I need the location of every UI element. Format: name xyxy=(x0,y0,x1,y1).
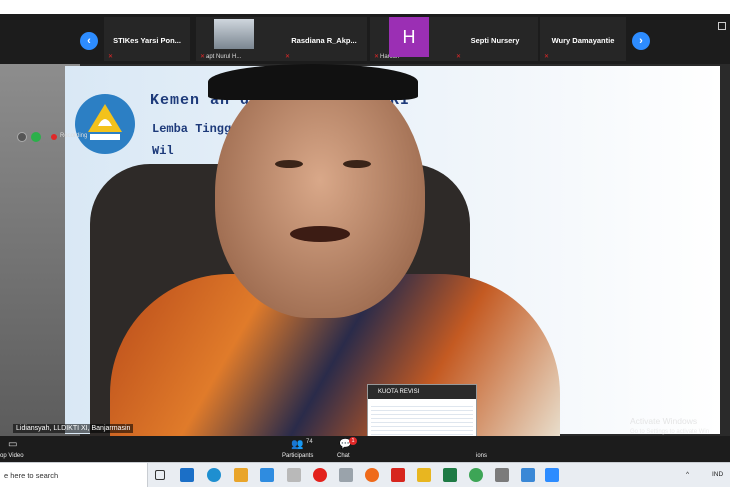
firefox-icon[interactable] xyxy=(365,468,379,482)
chat-badge: 1 xyxy=(349,437,357,445)
info-icon[interactable] xyxy=(17,132,27,142)
speaker-name-label: Lidiansyah, LLDIKTI XI, Banjarmasin xyxy=(13,424,134,433)
chevron-right-icon: › xyxy=(639,35,643,47)
meeting-toolbar: ▭ op Video 👥 74 Participants 💬 1 Chat io… xyxy=(0,436,730,462)
gallery-next-button[interactable]: › xyxy=(632,32,650,50)
screen: ‹ STIKes Yarsi Pon... ✕ ✕ apt Nurul H...… xyxy=(0,0,730,487)
participant-name: apt Nurul H... xyxy=(206,54,242,60)
ministry-logo xyxy=(75,94,135,154)
app-icon[interactable] xyxy=(180,468,194,482)
slide-line: Wil xyxy=(152,144,174,158)
participant-tile[interactable]: ✕ apt Nurul H... xyxy=(196,17,282,61)
participant-name: Rasdiana R_Akp... xyxy=(291,36,357,45)
speaker-video: Kemen an dan Kebudayaan RI Lemba Tinggi … xyxy=(0,64,730,436)
shared-document-preview xyxy=(371,403,473,436)
recording-icon xyxy=(51,134,57,140)
chevron-left-icon: ‹ xyxy=(87,35,91,47)
app-icon[interactable] xyxy=(495,468,509,482)
search-placeholder: e here to search xyxy=(4,471,59,480)
shared-window-title: KUOTA REVISI xyxy=(368,385,476,399)
mic-muted-icon: ✕ xyxy=(544,54,550,60)
language-indicator[interactable]: IND xyxy=(712,471,723,478)
task-view-icon[interactable] xyxy=(155,470,165,480)
file-explorer-icon[interactable] xyxy=(234,468,248,482)
speaker-cap xyxy=(208,64,418,100)
opera-browser-icon[interactable] xyxy=(313,468,327,482)
chat-button[interactable]: Chat xyxy=(337,453,350,459)
participant-strip: ‹ STIKes Yarsi Pon... ✕ ✕ apt Nurul H...… xyxy=(0,14,730,64)
shield-icon[interactable] xyxy=(31,132,41,142)
participants-icon[interactable]: 👥 xyxy=(291,439,303,450)
participant-name: Wury Damayantie xyxy=(551,36,615,45)
app-icon[interactable] xyxy=(339,468,353,482)
participant-video-thumb xyxy=(214,19,254,49)
participant-name: Septi Nursery xyxy=(470,36,520,45)
folder-icon[interactable] xyxy=(417,468,431,482)
system-tray-chevron-icon[interactable]: ^ xyxy=(686,471,689,478)
eye xyxy=(343,160,371,168)
speaker-face xyxy=(215,68,425,318)
mic-muted-icon: ✕ xyxy=(108,54,114,60)
recording-label: Recording xyxy=(60,133,88,139)
zoom-icon[interactable] xyxy=(545,468,559,482)
participants-count: 74 xyxy=(306,439,313,445)
chrome-icon[interactable] xyxy=(469,468,483,482)
windows-taskbar: e here to search ^ IND xyxy=(0,462,730,487)
activate-windows-title: Activate Windows xyxy=(630,416,698,426)
mic-muted-icon: ✕ xyxy=(200,54,206,60)
acrobat-icon[interactable] xyxy=(391,468,405,482)
stop-video-button[interactable]: op Video xyxy=(0,453,24,459)
participant-tile[interactable]: Wury Damayantie ✕ xyxy=(540,17,626,61)
mic-muted-icon: ✕ xyxy=(374,54,380,60)
avatar: H xyxy=(389,17,429,57)
mouth xyxy=(290,226,350,242)
app-icon[interactable] xyxy=(521,468,535,482)
eye xyxy=(275,160,303,168)
edge-browser-icon[interactable] xyxy=(207,468,221,482)
mic-muted-icon: ✕ xyxy=(285,54,291,60)
gallery-prev-button[interactable]: ‹ xyxy=(80,32,98,50)
activate-windows-sub: Go to Settings to activate Win xyxy=(630,429,710,435)
mic-muted-icon: ✕ xyxy=(456,54,462,60)
view-grid-icon[interactable] xyxy=(718,22,726,30)
reactions-button[interactable]: ions xyxy=(476,453,487,459)
store-icon[interactable] xyxy=(260,468,274,482)
app-icon[interactable] xyxy=(287,468,301,482)
excel-icon[interactable] xyxy=(443,468,457,482)
participants-button[interactable]: Participants xyxy=(282,453,313,459)
participant-tile[interactable]: Septi Nursery ✕ xyxy=(452,17,538,61)
participant-name: STIKes Yarsi Pon... xyxy=(113,36,181,45)
taskbar-search-input[interactable]: e here to search xyxy=(0,463,148,487)
shared-screen-thumbnail[interactable]: KUOTA REVISI xyxy=(367,384,477,436)
video-camera-icon[interactable]: ▭ xyxy=(8,439,17,450)
participant-tile[interactable]: STIKes Yarsi Pon... ✕ xyxy=(104,17,190,61)
participant-tile[interactable]: Rasdiana R_Akp... ✕ xyxy=(281,17,367,61)
